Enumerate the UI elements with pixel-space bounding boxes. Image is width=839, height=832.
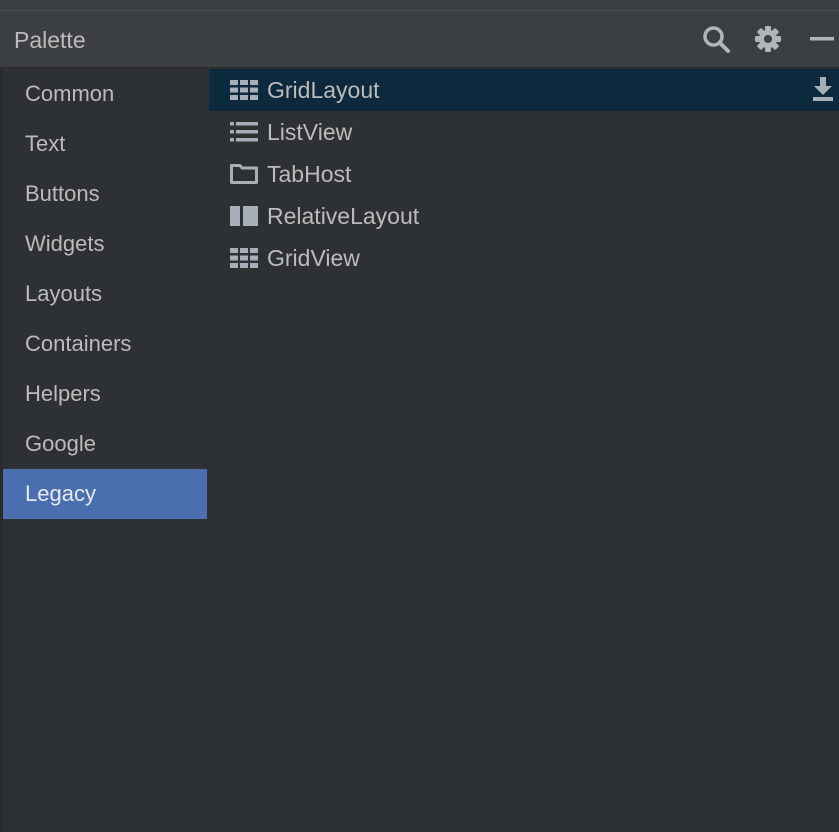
- tab-host-icon: [230, 163, 258, 185]
- component-listview[interactable]: ListView: [209, 111, 839, 153]
- category-label: Text: [25, 131, 66, 156]
- category-label: Legacy: [25, 481, 96, 506]
- top-edge: [0, 0, 839, 11]
- category-google[interactable]: Google: [3, 419, 207, 469]
- category-layouts[interactable]: Layouts: [3, 269, 207, 319]
- search-icon[interactable]: [700, 23, 732, 55]
- palette-title: Palette: [14, 27, 86, 53]
- category-label: Common: [25, 81, 115, 106]
- relative-layout-icon: [230, 205, 258, 227]
- component-gridlayout[interactable]: GridLayout: [209, 69, 839, 111]
- category-list: Common Text Buttons Widgets Layouts Cont…: [3, 69, 207, 832]
- component-label: TabHost: [267, 161, 352, 187]
- grid-icon: [230, 79, 258, 101]
- component-relativelayout[interactable]: RelativeLayout: [209, 195, 839, 237]
- component-label: GridView: [267, 245, 360, 271]
- category-legacy[interactable]: Legacy: [3, 469, 207, 519]
- category-label: Buttons: [25, 181, 100, 206]
- component-gridview[interactable]: GridView: [209, 237, 839, 279]
- palette-header: Palette: [0, 11, 839, 68]
- download-icon[interactable]: [811, 77, 835, 103]
- grid-icon: [230, 247, 258, 269]
- list-icon: [230, 121, 258, 143]
- component-list: GridLayout ListView TabHost RelativeLayo…: [209, 69, 839, 832]
- minimize-icon[interactable]: [806, 23, 838, 55]
- category-buttons[interactable]: Buttons: [3, 169, 207, 219]
- category-label: Helpers: [25, 381, 101, 406]
- category-common[interactable]: Common: [3, 69, 207, 119]
- category-label: Google: [25, 431, 96, 456]
- component-tabhost[interactable]: TabHost: [209, 153, 839, 195]
- category-containers[interactable]: Containers: [3, 319, 207, 369]
- category-widgets[interactable]: Widgets: [3, 219, 207, 269]
- component-label: RelativeLayout: [267, 203, 420, 229]
- category-label: Containers: [25, 331, 132, 356]
- category-helpers[interactable]: Helpers: [3, 369, 207, 419]
- gear-icon[interactable]: [752, 23, 784, 55]
- category-label: Layouts: [25, 281, 103, 306]
- component-label: ListView: [267, 119, 353, 145]
- component-label: GridLayout: [267, 77, 380, 103]
- palette-panel: Palette Common Text Buttons Widgets Layo…: [0, 0, 839, 832]
- category-text[interactable]: Text: [3, 119, 207, 169]
- category-label: Widgets: [25, 231, 105, 256]
